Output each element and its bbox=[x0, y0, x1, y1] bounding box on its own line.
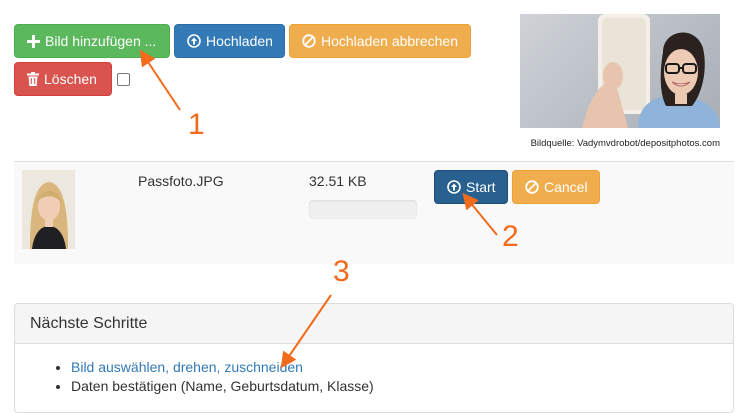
start-upload-button[interactable]: Start bbox=[434, 170, 508, 204]
annotation-marker-2: 2 bbox=[502, 220, 519, 253]
next-steps-panel: Nächste Schritte Bild auswählen, drehen,… bbox=[14, 303, 734, 413]
annotation-marker-3: 3 bbox=[333, 255, 350, 288]
add-image-label: Bild hinzufügen ... bbox=[45, 33, 157, 49]
cancel-upload-label: Hochladen abbrechen bbox=[321, 33, 458, 49]
step-confirm-data: Daten bestätigen (Name, Geburtsdatum, Kl… bbox=[71, 378, 374, 394]
file-size: 32.51 KB bbox=[309, 173, 367, 189]
upload-circle-icon bbox=[187, 34, 201, 48]
add-image-button[interactable]: Bild hinzufügen ... bbox=[14, 24, 170, 58]
delete-label: Löschen bbox=[44, 71, 97, 87]
upload-label: Hochladen bbox=[206, 33, 273, 49]
file-name: Passfoto.JPG bbox=[138, 173, 224, 189]
upload-progress-bar bbox=[309, 200, 417, 219]
step-link-select-image[interactable]: Bild auswählen, drehen, zuschneiden bbox=[71, 359, 303, 375]
example-selfie-image bbox=[520, 14, 720, 128]
next-steps-list: Bild auswählen, drehen, zuschneiden Date… bbox=[15, 358, 733, 396]
upload-circle-icon bbox=[447, 180, 461, 194]
annotation-marker-1: 1 bbox=[188, 108, 205, 141]
ban-icon bbox=[302, 34, 316, 48]
cancel-upload-button[interactable]: Hochladen abbrechen bbox=[289, 24, 471, 58]
ban-icon bbox=[525, 180, 539, 194]
file-thumbnail bbox=[22, 170, 75, 249]
trash-icon bbox=[27, 72, 39, 86]
plus-icon bbox=[27, 34, 40, 48]
image-credit: Bildquelle: Vadymvdrobot/depositphotos.c… bbox=[530, 138, 720, 149]
panel-title: Nächste Schritte bbox=[15, 304, 733, 344]
start-label: Start bbox=[466, 179, 496, 195]
upload-button[interactable]: Hochladen bbox=[174, 24, 285, 58]
select-all-checkbox[interactable] bbox=[117, 73, 130, 86]
cancel-file-button[interactable]: Cancel bbox=[512, 170, 600, 204]
delete-button[interactable]: Löschen bbox=[14, 62, 112, 96]
list-item[interactable]: Bild auswählen, drehen, zuschneiden bbox=[71, 358, 733, 377]
list-item: Daten bestätigen (Name, Geburtsdatum, Kl… bbox=[71, 377, 733, 396]
arrow-1 bbox=[139, 49, 181, 111]
cancel-label: Cancel bbox=[544, 179, 588, 195]
